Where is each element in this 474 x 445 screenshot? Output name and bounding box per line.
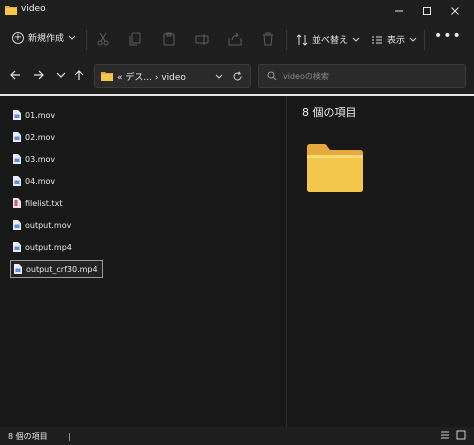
refresh-icon[interactable] bbox=[232, 71, 243, 82]
search-input[interactable] bbox=[283, 69, 453, 83]
video-file-icon bbox=[13, 154, 21, 164]
command-bar: + 新規作成 並べ替え 表示 ••• bbox=[0, 22, 474, 58]
video-file-icon bbox=[13, 176, 21, 186]
sort-icon bbox=[296, 33, 308, 46]
list-item[interactable]: output.mov bbox=[10, 216, 75, 234]
back-button[interactable] bbox=[7, 67, 23, 83]
file-name: 04.mov bbox=[25, 176, 56, 186]
recent-locations-button[interactable] bbox=[53, 67, 69, 83]
video-file-icon bbox=[13, 220, 21, 230]
toolbar-divider bbox=[86, 30, 87, 50]
minimize-button[interactable] bbox=[384, 0, 414, 22]
navigation-bar: « デス... › video bbox=[0, 58, 474, 94]
chevron-down-icon[interactable] bbox=[215, 73, 223, 83]
file-name: 01.mov bbox=[25, 110, 56, 120]
chevron-down-icon bbox=[409, 37, 417, 42]
delete-icon[interactable] bbox=[261, 32, 275, 46]
folder-icon bbox=[101, 72, 113, 81]
arrow-up-icon bbox=[74, 70, 84, 80]
new-button[interactable]: + 新規作成 bbox=[12, 31, 76, 44]
video-file-icon bbox=[14, 264, 22, 274]
list-item[interactable]: 04.mov bbox=[10, 172, 59, 190]
maximize-icon bbox=[423, 7, 431, 15]
folder-icon bbox=[5, 6, 17, 15]
large-icons-view-icon[interactable] bbox=[456, 430, 466, 440]
file-name: output.mov bbox=[25, 220, 72, 230]
copy-icon[interactable] bbox=[128, 32, 142, 46]
breadcrumb-separator[interactable]: › bbox=[155, 73, 159, 83]
video-file-icon bbox=[13, 132, 21, 142]
sort-button[interactable]: 並べ替え bbox=[296, 33, 360, 46]
file-list: 01.mov 02.mov 03.mov 04.mov filelist.txt… bbox=[0, 96, 286, 427]
details-title: 8 個の項目 bbox=[302, 106, 357, 119]
list-item[interactable]: 02.mov bbox=[10, 128, 59, 146]
list-item[interactable]: 01.mov bbox=[10, 106, 59, 124]
new-button-label: 新規作成 bbox=[28, 34, 65, 44]
forward-button[interactable] bbox=[31, 67, 47, 83]
status-separator: | bbox=[68, 432, 71, 441]
file-name: 02.mov bbox=[25, 132, 56, 142]
plus-circle-icon: + bbox=[12, 31, 24, 44]
minimize-icon bbox=[395, 10, 403, 12]
details-pane: 8 個の項目 bbox=[287, 96, 474, 427]
up-button[interactable] bbox=[71, 67, 87, 83]
rename-icon[interactable] bbox=[195, 32, 209, 46]
overflow-crumb[interactable]: « bbox=[117, 73, 123, 83]
list-item[interactable]: output.mp4 bbox=[10, 238, 76, 256]
list-item-selected[interactable]: output_crf30.mp4 bbox=[10, 260, 103, 278]
breadcrumb-item-current[interactable]: video bbox=[161, 73, 186, 83]
list-view-icon bbox=[372, 36, 382, 43]
close-button[interactable] bbox=[440, 0, 470, 22]
list-item[interactable]: filelist.txt bbox=[10, 194, 66, 212]
arrow-left-icon bbox=[10, 70, 20, 80]
toolbar-divider bbox=[286, 30, 287, 50]
chevron-down-icon bbox=[68, 35, 76, 40]
address-bar[interactable]: « デス... › video bbox=[94, 64, 251, 88]
video-file-icon bbox=[13, 242, 21, 252]
arrow-right-icon bbox=[34, 70, 44, 80]
breadcrumb-item-parent[interactable]: デス... bbox=[125, 73, 152, 83]
details-view-icon[interactable] bbox=[440, 430, 450, 440]
search-icon bbox=[267, 71, 277, 81]
view-button[interactable]: 表示 bbox=[371, 33, 417, 46]
window-title: video bbox=[21, 4, 46, 14]
large-folder-icon bbox=[307, 144, 363, 192]
share-icon[interactable] bbox=[228, 32, 242, 46]
file-name: 03.mov bbox=[25, 154, 56, 164]
file-name: output.mp4 bbox=[25, 242, 72, 252]
view-button-label: 表示 bbox=[387, 36, 406, 46]
paste-icon[interactable] bbox=[162, 32, 176, 46]
text-file-icon bbox=[13, 198, 21, 208]
title-bar: video bbox=[0, 0, 474, 22]
chevron-down-icon bbox=[352, 37, 360, 42]
video-file-icon bbox=[13, 110, 21, 120]
search-box[interactable] bbox=[258, 64, 466, 88]
status-bar: 8 個の項目 | bbox=[0, 427, 474, 445]
maximize-button[interactable] bbox=[412, 0, 442, 22]
close-icon bbox=[451, 7, 459, 15]
cut-icon[interactable] bbox=[96, 32, 110, 46]
breadcrumb: « デス... › video bbox=[117, 70, 186, 83]
more-options-button[interactable]: ••• bbox=[434, 28, 462, 44]
list-item[interactable]: 03.mov bbox=[10, 150, 59, 168]
chevron-down-icon bbox=[56, 72, 66, 78]
file-name: filelist.txt bbox=[25, 198, 63, 208]
status-item-count: 8 個の項目 bbox=[8, 432, 48, 441]
file-name: output_crf30.mp4 bbox=[26, 264, 98, 274]
toolbar-divider bbox=[424, 30, 425, 50]
sort-button-label: 並べ替え bbox=[312, 36, 349, 46]
